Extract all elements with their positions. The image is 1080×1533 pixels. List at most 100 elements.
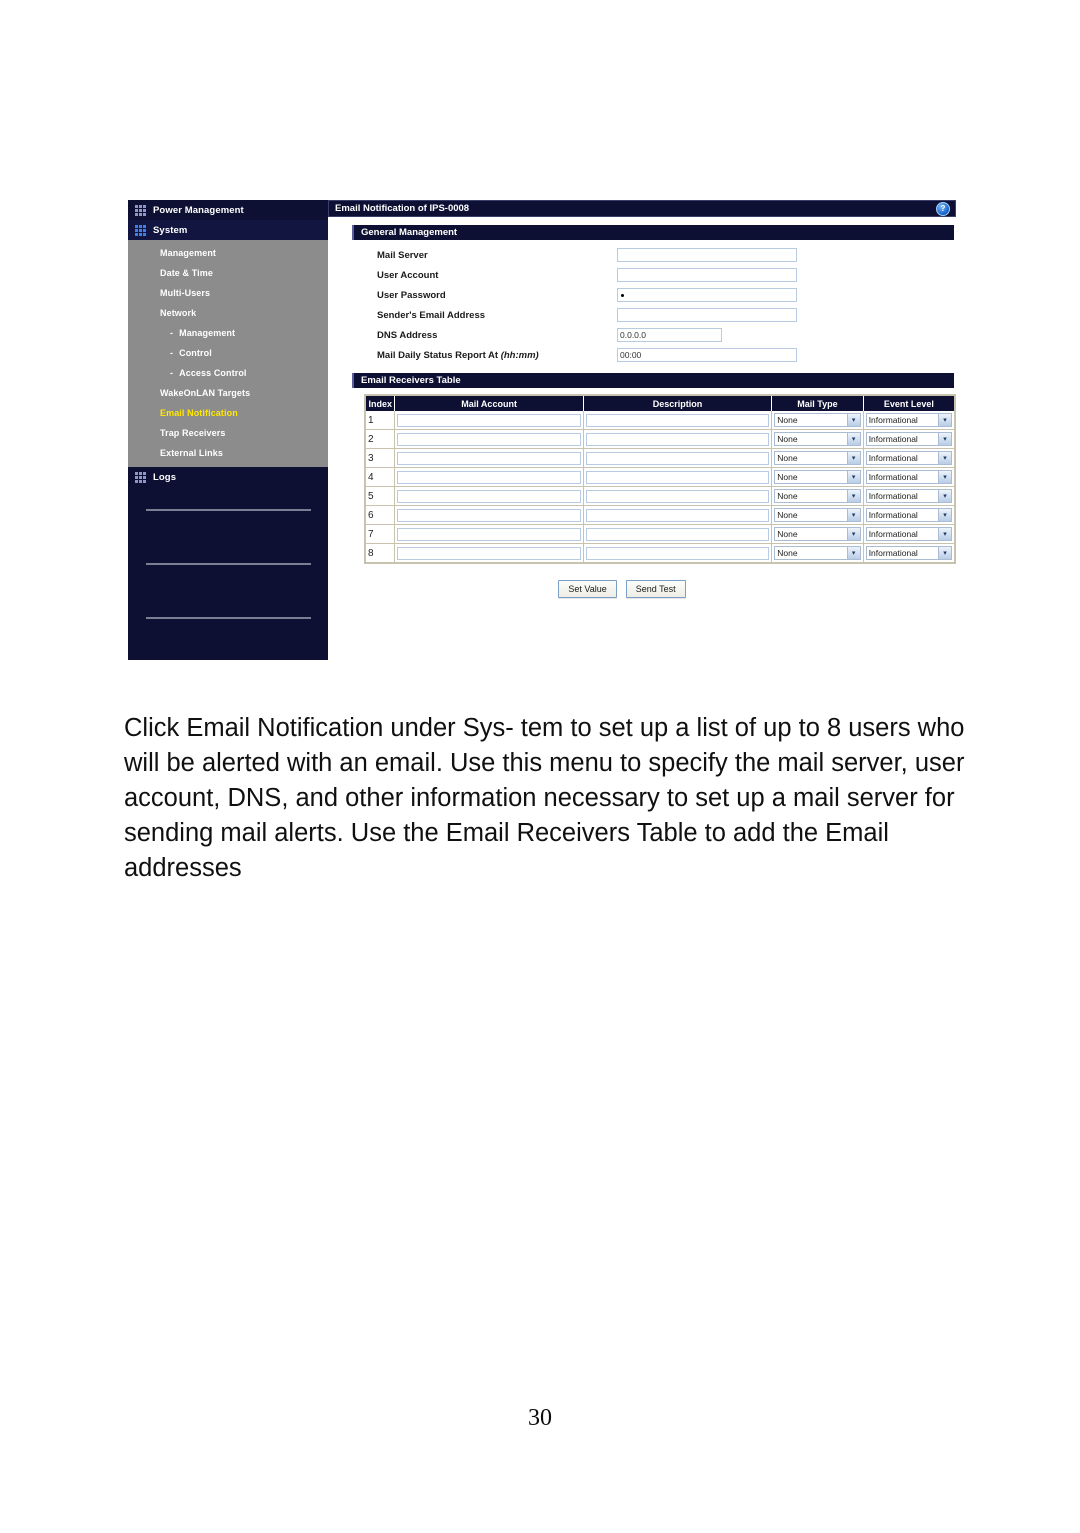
chevron-down-icon[interactable]: ▾	[938, 433, 951, 445]
event-level-value: Informational	[868, 510, 918, 520]
mail-type-cell: None ▾	[771, 448, 864, 468]
user-password-input[interactable]	[617, 288, 797, 302]
chevron-down-icon[interactable]: ▾	[938, 452, 951, 464]
field-value: 00:00	[620, 350, 642, 360]
description-cell	[583, 429, 773, 449]
field-value: 0.0.0.0	[620, 330, 646, 340]
sidebar-item-power-management[interactable]: Power Management	[128, 200, 328, 220]
send-test-button[interactable]: Send Test	[625, 580, 686, 598]
sidebar-subitem-wakeonlan-targets[interactable]: WakeOnLAN Targets	[128, 383, 328, 403]
field-label: DNS Address	[377, 329, 438, 341]
mail-type-select[interactable]: None ▾	[774, 413, 861, 427]
mail-account-input[interactable]	[397, 413, 581, 427]
event-level-select[interactable]: Informational ▾	[865, 489, 952, 503]
event-level-value: Informational	[868, 548, 918, 558]
event-level-cell: Informational ▾	[863, 411, 956, 430]
sidebar-item-label: Logs	[153, 471, 177, 483]
dns-address-input[interactable]: 0.0.0.0	[617, 328, 722, 342]
mail-account-input[interactable]	[397, 470, 581, 484]
mail-type-value: None	[777, 472, 798, 482]
mail-type-select[interactable]: None ▾	[774, 470, 861, 484]
mail-type-select[interactable]: None ▾	[774, 432, 861, 446]
event-level-select[interactable]: Informational ▾	[865, 451, 952, 465]
event-level-select[interactable]: Informational ▾	[865, 508, 952, 522]
sidebar-subitem-label: Trap Receivers	[160, 428, 226, 438]
chevron-down-icon[interactable]: ▾	[938, 490, 951, 502]
chevron-down-icon[interactable]: ▾	[846, 490, 860, 502]
chevron-down-icon[interactable]: ▾	[846, 452, 860, 464]
mail-type-select[interactable]: None ▾	[774, 489, 861, 503]
sidebar-subitem-email-notification[interactable]: Email Notification	[128, 403, 328, 423]
table-row: 3 None ▾ Informational ▾	[365, 448, 956, 468]
event-level-cell: Informational ▾	[863, 429, 956, 449]
sidebar-item-system[interactable]: System	[128, 220, 328, 240]
row-index: 7	[365, 524, 396, 544]
mail-type-select[interactable]: None ▾	[774, 508, 861, 522]
chevron-down-icon[interactable]: ▾	[846, 471, 860, 483]
event-level-select[interactable]: Informational ▾	[865, 413, 952, 427]
description-input[interactable]	[585, 451, 770, 465]
sidebar-item-logs[interactable]: Logs	[128, 467, 328, 487]
description-input[interactable]	[585, 432, 770, 446]
description-input[interactable]	[585, 508, 770, 522]
sidebar-subitem-external-links[interactable]: External Links	[128, 443, 328, 463]
mail-type-value: None	[777, 491, 798, 501]
event-level-cell: Informational ▾	[863, 505, 956, 525]
description-input[interactable]	[585, 413, 770, 427]
sidebar-subitem-access-control-nested[interactable]: Access Control	[128, 363, 328, 383]
dot-grid-icon	[135, 471, 146, 483]
table-row: 7 None ▾ Informational ▾	[365, 524, 956, 544]
event-level-select[interactable]: Informational ▾	[865, 432, 952, 446]
chevron-down-icon[interactable]: ▾	[846, 414, 860, 426]
sidebar-subitem-control-nested[interactable]: Control	[128, 343, 328, 363]
sidebar-subitem-multi-users[interactable]: Multi-Users	[128, 283, 328, 303]
mail-account-input[interactable]	[397, 546, 581, 560]
sidebar-subitem-management-nested[interactable]: Management	[128, 323, 328, 343]
event-level-select[interactable]: Informational ▾	[865, 546, 952, 560]
event-level-select[interactable]: Informational ▾	[865, 470, 952, 484]
event-level-select[interactable]: Informational ▾	[865, 527, 952, 541]
chevron-down-icon[interactable]: ▾	[938, 547, 951, 559]
set-value-button[interactable]: Set Value	[558, 580, 617, 598]
sidebar-divider-1	[128, 487, 328, 511]
column-header: Description	[583, 395, 773, 411]
sender-s-email-address-input[interactable]	[617, 308, 797, 322]
description-input[interactable]	[585, 546, 770, 560]
help-question-icon[interactable]: ?	[936, 201, 950, 216]
mail-account-input[interactable]	[397, 451, 581, 465]
chevron-down-icon[interactable]: ▾	[938, 509, 951, 521]
chevron-down-icon[interactable]: ▾	[938, 471, 951, 483]
event-level-cell: Informational ▾	[863, 467, 956, 487]
chevron-down-icon[interactable]: ▾	[846, 528, 860, 540]
row-index: 2	[365, 429, 396, 449]
user-account-input[interactable]	[617, 268, 797, 282]
description-input[interactable]	[585, 489, 770, 503]
chevron-down-icon[interactable]: ▾	[846, 509, 860, 521]
chevron-down-icon[interactable]: ▾	[938, 414, 951, 426]
form-row: User Password	[352, 285, 956, 305]
sidebar-subitem-network[interactable]: Network	[128, 303, 328, 323]
mail-type-select[interactable]: None ▾	[774, 546, 861, 560]
mail-type-value: None	[777, 548, 798, 558]
mail-type-select[interactable]: None ▾	[774, 527, 861, 541]
mail-account-input[interactable]	[397, 527, 581, 541]
chevron-down-icon[interactable]: ▾	[938, 528, 951, 540]
sidebar-divider-3	[128, 565, 328, 619]
mail-account-input[interactable]	[397, 489, 581, 503]
mail-account-input[interactable]	[397, 432, 581, 446]
mail-account-cell	[394, 543, 584, 564]
mail-server-input[interactable]	[617, 248, 797, 262]
sidebar-subitem-date-time[interactable]: Date & Time	[128, 263, 328, 283]
chevron-down-icon[interactable]: ▾	[846, 547, 860, 559]
content-panel: Email Notification of IPS-0008 ? General…	[328, 200, 956, 660]
description-input[interactable]	[585, 527, 770, 541]
field-label: Mail Server	[377, 249, 428, 261]
description-input[interactable]	[585, 470, 770, 484]
chevron-down-icon[interactable]: ▾	[846, 433, 860, 445]
sidebar-subitem-management[interactable]: Management	[128, 243, 328, 263]
mail-type-select[interactable]: None ▾	[774, 451, 861, 465]
table-row: 2 None ▾ Informational ▾	[365, 429, 956, 449]
sidebar-subitem-trap-receivers[interactable]: Trap Receivers	[128, 423, 328, 443]
mail-account-input[interactable]	[397, 508, 581, 522]
mail-daily-status-report-at-input[interactable]: 00:00	[617, 348, 797, 362]
